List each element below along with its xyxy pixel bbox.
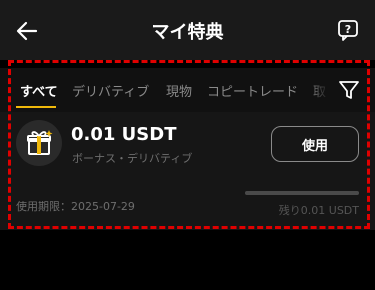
top-header: マイ特典 ?	[0, 0, 375, 60]
tab-spot[interactable]: 現物	[166, 81, 192, 100]
remaining-progress-fill	[245, 191, 359, 195]
coupon-amount: 0.01 USDT	[71, 124, 177, 145]
remaining-amount: 残り0.01 USDT	[278, 204, 359, 217]
tab-copy-trading[interactable]: コピートレード	[207, 81, 298, 100]
filter-icon[interactable]	[338, 79, 360, 101]
use-button[interactable]: 使用	[271, 126, 359, 162]
gift-avatar	[16, 120, 62, 166]
coupon-type: ボーナス・デリバティブ	[72, 152, 193, 165]
help-icon[interactable]: ?	[337, 19, 359, 41]
page-title: マイ特典	[151, 22, 224, 43]
tab-derivatives[interactable]: デリバティブ	[72, 81, 149, 100]
svg-text:?: ?	[345, 23, 351, 36]
gift-icon	[27, 130, 53, 155]
active-tab-indicator	[16, 106, 56, 108]
category-tabs: すべて デリバティブ 現物 コピートレード 取	[0, 68, 375, 112]
expiry-date: 使用期限：2025-07-29	[16, 200, 135, 213]
coupon-card: 0.01 USDT ボーナス・デリバティブ 使用 使用期限：2025-07-29…	[0, 112, 375, 230]
remaining-progress-bar	[245, 191, 359, 195]
rewards-panel: すべて デリバティブ 現物 コピートレード 取 0.01 USDT ボーナス・デ…	[0, 60, 375, 290]
tab-fade	[308, 68, 330, 112]
tab-all[interactable]: すべて	[20, 81, 58, 100]
